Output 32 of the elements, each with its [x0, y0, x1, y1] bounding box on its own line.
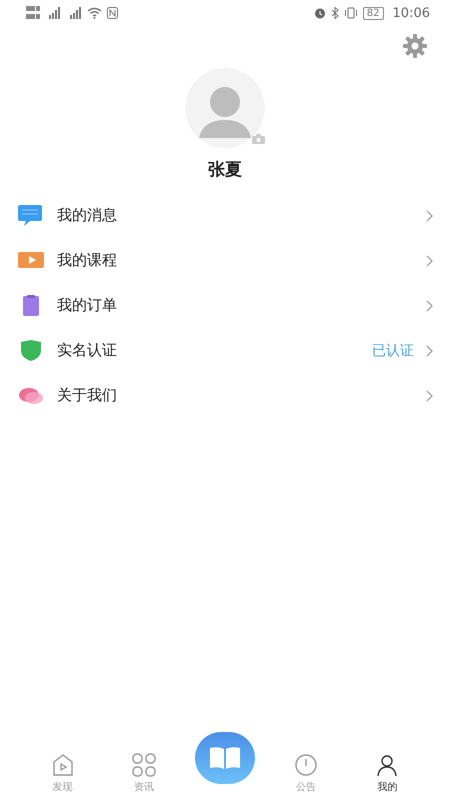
person-icon: [375, 753, 400, 777]
vibrate-icon: [344, 7, 358, 19]
sim-icon: [26, 5, 40, 21]
menu-item[interactable]: 我的订单: [0, 283, 450, 328]
wifi-icon: [87, 7, 102, 19]
grid-icon: [132, 753, 156, 777]
camera-icon[interactable]: [252, 134, 265, 144]
menu-item[interactable]: 我的消息: [0, 193, 450, 238]
verified-status: 已认证: [372, 342, 414, 360]
circle-icon: [294, 753, 318, 777]
alarm-icon: [314, 7, 326, 19]
settings-icon[interactable]: [402, 33, 428, 59]
home-play-icon: [50, 753, 75, 777]
chevron-icon: [426, 390, 433, 402]
user-name: 张夏: [208, 159, 242, 181]
chevron-icon: [426, 210, 433, 222]
menu-item[interactable]: 关于我们: [0, 373, 450, 418]
nfc-icon: [107, 7, 118, 19]
chevron-icon: [426, 344, 433, 356]
tab[interactable]: 我的: [375, 753, 400, 794]
shield-icon: [18, 340, 44, 362]
battery-indicator: 82: [362, 6, 384, 20]
chevron-icon: [426, 300, 433, 312]
menu-item[interactable]: 实名认证 已认证: [0, 328, 450, 373]
avatar[interactable]: [185, 68, 265, 148]
menu-item[interactable]: 我的课程: [0, 238, 450, 283]
bluetooth-icon: [330, 7, 339, 19]
chevron-icon: [426, 254, 433, 266]
chat-icon: [18, 204, 44, 226]
center-button[interactable]: [195, 732, 255, 784]
book-icon: [208, 745, 242, 771]
clock-time: 10:06: [392, 6, 430, 20]
